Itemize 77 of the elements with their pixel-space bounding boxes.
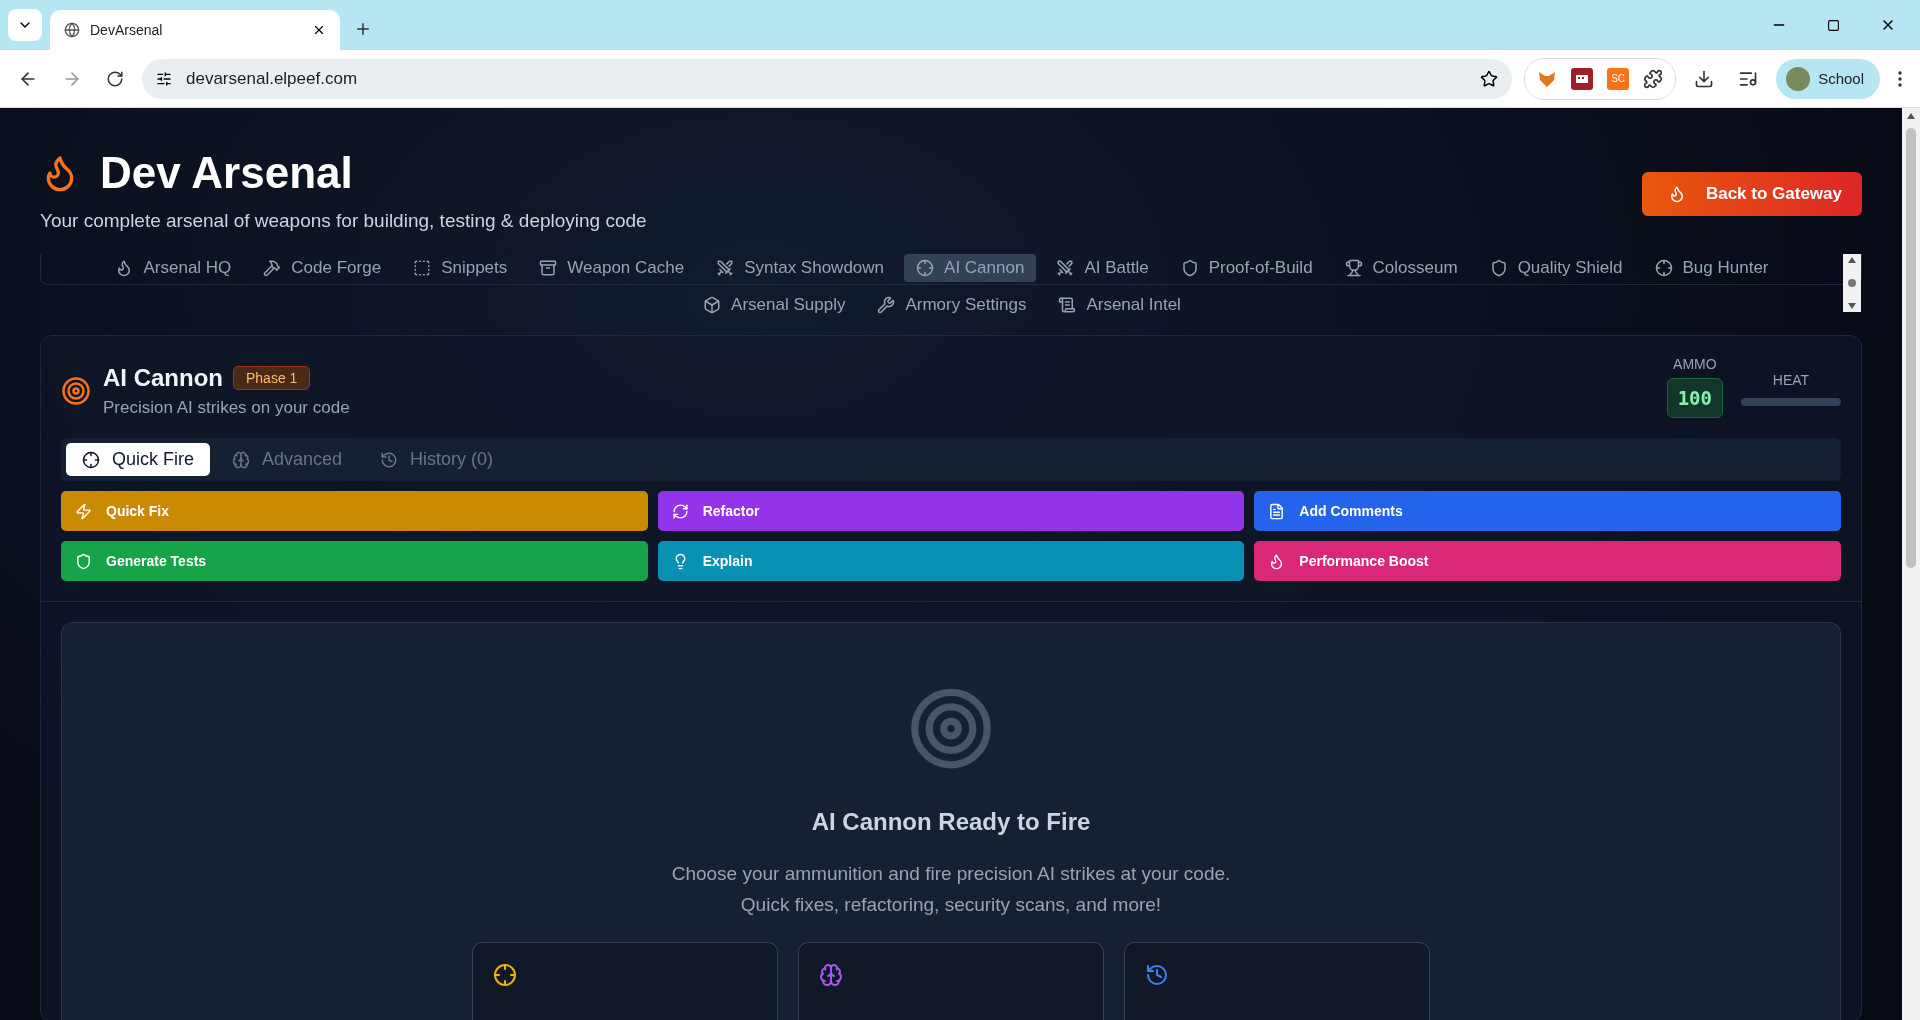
- browser-tab[interactable]: DevArsenal: [50, 10, 340, 50]
- mode-tab[interactable]: Quick Fire: [66, 443, 210, 476]
- profile-button[interactable]: School: [1776, 58, 1880, 99]
- refresh-icon: [671, 502, 689, 520]
- download-icon: [1694, 68, 1715, 89]
- nav-tab[interactable]: Quality Shield: [1477, 254, 1635, 282]
- cube-icon: [703, 296, 722, 314]
- plus-icon: [354, 20, 372, 38]
- shield-icon: [1180, 259, 1199, 277]
- nav-scrollbar[interactable]: [1843, 254, 1861, 312]
- trophy-icon: [1344, 259, 1363, 277]
- bookmark-star-icon[interactable]: [1480, 69, 1499, 88]
- action-button[interactable]: Explain: [657, 541, 1245, 581]
- scroll-thumb-icon[interactable]: [1847, 278, 1857, 288]
- more-icon: [1898, 70, 1902, 87]
- crosshair-icon: [493, 963, 517, 987]
- empty-state-title: AI Cannon Ready to Fire: [811, 808, 1091, 836]
- extension-icon[interactable]: [1571, 67, 1594, 90]
- ammo-label: AMMO: [1673, 356, 1717, 372]
- ammo-counter: 100: [1666, 378, 1723, 418]
- nav-tab[interactable]: Code Forge: [251, 254, 394, 282]
- page-scrollbar[interactable]: [1902, 108, 1920, 1020]
- hammer-icon: [263, 259, 282, 277]
- history-icon: [1145, 963, 1169, 987]
- close-icon[interactable]: [312, 23, 326, 37]
- avatar-icon: [1786, 66, 1811, 91]
- crossed-swords-icon: [716, 259, 735, 277]
- site-settings-icon[interactable]: [156, 70, 172, 87]
- brain-icon: [819, 963, 843, 987]
- extensions-icon[interactable]: [1643, 68, 1664, 89]
- action-button[interactable]: Add Comments: [1254, 491, 1841, 531]
- crosshair-icon: [1654, 259, 1673, 277]
- wrench-icon: [877, 296, 896, 314]
- shield-icon: [75, 552, 92, 570]
- restore-icon[interactable]: [1827, 18, 1840, 32]
- dashed-square-icon: [413, 259, 432, 277]
- archive-box-icon: [539, 259, 558, 277]
- lightning-icon: [75, 502, 92, 520]
- page-subtitle: Your complete arsenal of weapons for building, testing & deploying code: [40, 210, 647, 232]
- nav-tab[interactable]: Arsenal Intel: [1046, 291, 1193, 319]
- address-bar[interactable]: devarsenal.elpeef.com: [142, 58, 1513, 99]
- nav-tab[interactable]: Syntax Showdown: [704, 254, 897, 282]
- phase-badge: Phase 1: [233, 366, 311, 390]
- tab-search-button[interactable]: [8, 9, 42, 41]
- fox-icon[interactable]: [1537, 69, 1558, 88]
- nav-tab[interactable]: Arsenal Supply: [691, 291, 858, 319]
- nav-tab[interactable]: Arsenal HQ: [103, 254, 244, 282]
- crosshair-icon: [82, 450, 100, 469]
- nav-tab[interactable]: Colosseum: [1332, 254, 1470, 282]
- page-title: Dev Arsenal: [100, 148, 353, 198]
- up-arrow-icon[interactable]: [1847, 256, 1857, 264]
- nav-tab[interactable]: Snippets: [401, 254, 520, 282]
- globe-icon: [64, 22, 80, 38]
- nav-tab[interactable]: Armory Settings: [865, 291, 1039, 319]
- up-arrow-icon[interactable]: [1906, 112, 1916, 120]
- action-button[interactable]: Refactor: [657, 491, 1245, 531]
- shield-icon: [1489, 259, 1508, 277]
- crossed-swords-icon: [1056, 259, 1075, 277]
- history-icon: [380, 450, 399, 469]
- nav-tab[interactable]: Weapon Cache: [527, 254, 697, 282]
- card-subtitle: Precision AI strikes on your code: [103, 398, 350, 418]
- action-button[interactable]: Performance Boost: [1254, 541, 1841, 581]
- nav-tab[interactable]: Proof-of-Build: [1168, 254, 1325, 282]
- nav-tab[interactable]: AI Cannon: [904, 254, 1037, 282]
- down-arrow-icon[interactable]: [1847, 302, 1857, 310]
- crosshair-icon: [916, 259, 935, 277]
- back-to-gateway-button[interactable]: Back to Gateway: [1641, 172, 1862, 216]
- nav-tab[interactable]: Bug Hunter: [1642, 254, 1781, 282]
- empty-state-text: Choose your ammunition and fire precision AI strikes at your code. Quick fixes, refactoring, security scans, and more!: [671, 862, 1231, 917]
- brain-icon: [232, 450, 250, 469]
- target-icon: [61, 376, 91, 406]
- reload-icon: [106, 69, 124, 88]
- heat-label: HEAT: [1772, 372, 1810, 388]
- scroll-icon: [1058, 296, 1077, 314]
- card-title: AI Cannon: [103, 364, 223, 392]
- nav-tab[interactable]: AI Battle: [1044, 254, 1161, 282]
- document-icon: [1268, 502, 1286, 520]
